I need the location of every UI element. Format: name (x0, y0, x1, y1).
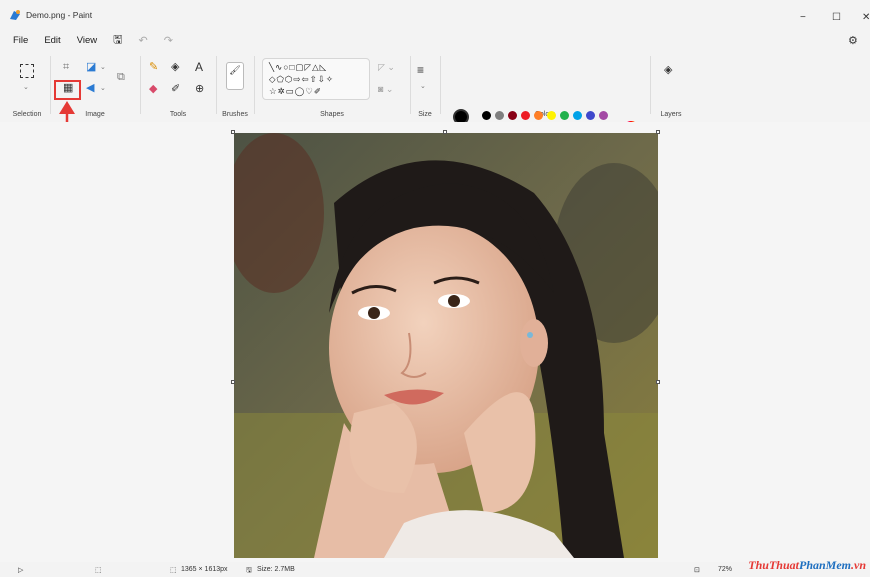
maximize-button[interactable]: ☐ (832, 12, 841, 23)
chevron-down-icon[interactable]: ⌄ (23, 84, 29, 91)
resize-icon[interactable]: ◪ (86, 62, 96, 73)
shapes-row-3: ☆✲▭◯♡✐ (269, 86, 323, 96)
minimize-button[interactable]: − (800, 12, 806, 23)
select-rectangle-icon[interactable] (20, 64, 34, 78)
portrait-photo (234, 133, 658, 558)
chevron-down-icon[interactable]: ⌄ (420, 83, 426, 90)
size-label: Size (418, 111, 432, 118)
line-size-icon[interactable]: ≡ (417, 64, 424, 76)
selection-label: Selection (12, 111, 42, 118)
color-swatch[interactable] (508, 111, 517, 120)
highlight-box (54, 80, 81, 100)
rotate-icon[interactable]: ◀ (86, 83, 94, 94)
canvas-image[interactable] (234, 133, 658, 558)
menu-view[interactable]: View (77, 35, 97, 46)
resize-handle[interactable] (656, 130, 660, 134)
layers-icon[interactable]: ◈ (664, 65, 672, 76)
shapes-row-1: ╲∿○□▢◸△◺ (269, 62, 328, 72)
color-swatch[interactable] (586, 111, 595, 120)
fill-icon[interactable]: ◈ (171, 62, 179, 73)
redo-icon[interactable]: ↷ (164, 34, 173, 47)
color-swatch[interactable] (521, 111, 530, 120)
chevron-down-icon[interactable]: ⌄ (100, 64, 106, 71)
watermark-part-2: PhanMem (798, 558, 851, 572)
size-group: ≡ ⌄ Size (410, 50, 440, 120)
resize-handle[interactable] (231, 380, 235, 384)
shape-fill-icon[interactable]: ◙ ⌄ (378, 85, 393, 94)
shapes-gallery[interactable]: ╲∿○□▢◸△◺ ◇⬠⬡⇨⇦⇧⇩✧ ☆✲▭◯♡✐ (262, 58, 370, 100)
paint-app-icon (10, 10, 20, 20)
status-bar: ▷ ⬚ ⬚ 1365 × 1613px 🖫 Size: 2.7MB ⊡ 72% (0, 562, 870, 577)
pencil-icon[interactable]: ✎ (149, 62, 158, 73)
fit-to-window-icon[interactable]: ⊡ (694, 566, 700, 574)
color-swatch[interactable] (560, 111, 569, 120)
menu-file[interactable]: File (13, 35, 28, 46)
canvas-dimensions: 1365 × 1613px (181, 566, 228, 573)
colors-label: Colors (534, 111, 556, 118)
resize-handle[interactable] (656, 380, 660, 384)
watermark-part-1: ThuThuat (748, 558, 799, 572)
color-swatch[interactable] (495, 111, 504, 120)
image-select-icon[interactable]: ⧉ (117, 72, 125, 83)
watermark: ThuThuatPhanMem.vn (748, 558, 866, 573)
menu-edit[interactable]: Edit (44, 35, 60, 46)
file-size: Size: 2.7MB (257, 566, 295, 573)
watermark-part-3: .vn (851, 558, 866, 572)
menu-bar: File Edit View 🖫 ↶ ↷ ⚙ (0, 30, 870, 50)
title-bar: Demo.png - Paint − ☐ ✕ (0, 0, 870, 30)
shapes-row-2: ◇⬠⬡⇨⇦⇧⇩✧ (269, 74, 334, 84)
selection-group: ⌄ Selection (4, 50, 50, 120)
color-swatch[interactable] (482, 111, 491, 120)
chevron-down-icon[interactable]: ⌄ (100, 85, 106, 92)
undo-icon[interactable]: ↶ (138, 34, 147, 47)
layers-group: ◈ Layers (650, 50, 692, 120)
ribbon: ⌄ Selection ⌗ ◪ ⌄ ⧉ ▦ ◀ ⌄ Image ✎ ◈ A ◆ … (0, 50, 870, 147)
outline-icon[interactable]: ◸ ⌄ (378, 63, 395, 72)
magnifier-icon[interactable]: ⊕ (195, 84, 204, 95)
color-swatch[interactable] (599, 111, 608, 120)
shapes-label: Shapes (320, 111, 344, 118)
color-swatch[interactable] (534, 111, 543, 120)
cursor-position-icon: ▷ (18, 567, 24, 574)
selection-size-icon: ⬚ (95, 567, 102, 574)
zoom-level: 72% (718, 566, 733, 573)
file-size-icon: 🖫 (246, 567, 252, 574)
color-swatch[interactable] (547, 111, 556, 120)
colors-group: Colors (440, 50, 650, 120)
layers-label: Layers (660, 111, 682, 118)
settings-icon[interactable]: ⚙ (848, 34, 858, 47)
canvas-size-icon: ⬚ (170, 567, 177, 574)
tools-label: Tools (169, 111, 187, 118)
tools-group: ✎ ◈ A ◆ ✐ ⊕ Tools (140, 50, 216, 120)
color-picker-icon[interactable]: ✐ (171, 84, 180, 95)
resize-handle[interactable] (443, 130, 447, 134)
close-button[interactable]: ✕ (862, 12, 870, 23)
crop-icon[interactable]: ⌗ (63, 62, 69, 73)
save-icon[interactable]: 🖫 (113, 31, 122, 50)
color-swatch[interactable] (573, 111, 582, 120)
text-icon[interactable]: A (195, 61, 203, 73)
brushes-label: Brushes (222, 111, 248, 118)
eraser-icon[interactable]: ◆ (149, 84, 157, 95)
resize-handle[interactable] (231, 130, 235, 134)
brush-icon[interactable]: 🖌 (226, 62, 244, 90)
window-title: Demo.png - Paint (26, 10, 93, 20)
brushes-group: 🖌 Brushes (216, 50, 254, 120)
